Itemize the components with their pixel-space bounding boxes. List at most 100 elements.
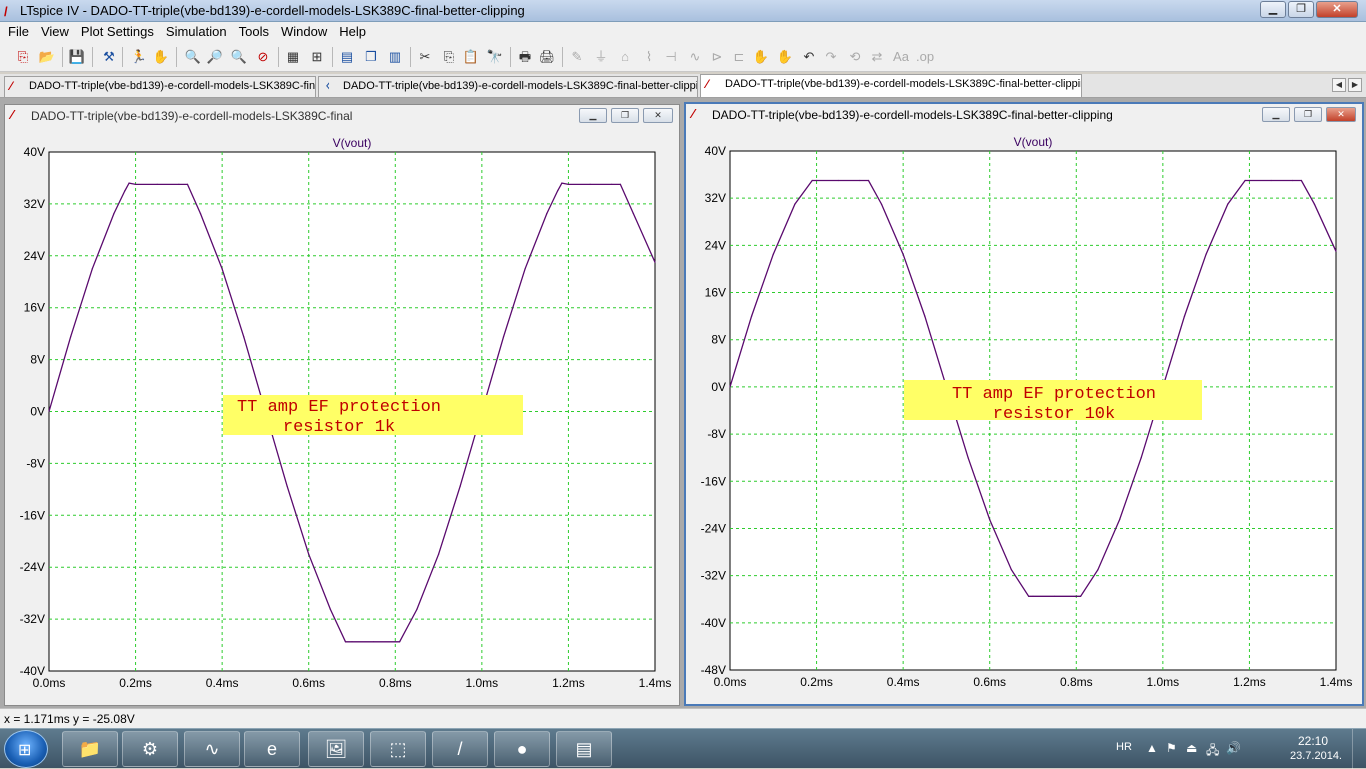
move-icon[interactable]: ✋ [752, 48, 770, 66]
new-schematic-icon[interactable]: ⎘ [14, 48, 32, 66]
print-setup-icon[interactable]: 🖶 [516, 48, 534, 66]
vout-point [1032, 595, 1034, 597]
show-hidden-icons-icon[interactable]: ▲ [1146, 741, 1158, 755]
image-viewer-taskbar-icon[interactable]: 🖼 [308, 731, 364, 767]
minimize-button[interactable]: ▁ [1260, 1, 1286, 18]
start-button[interactable]: ⊞ [4, 730, 48, 768]
diode-icon[interactable]: ⊳ [708, 48, 726, 66]
vout-point [1227, 203, 1229, 205]
vout-point [924, 315, 926, 317]
x-tick-label: 0.6ms [973, 675, 1006, 689]
run-icon[interactable]: 🏃 [130, 48, 148, 66]
grid-icon[interactable]: ⊞ [308, 48, 326, 66]
tab-schematic-better-clipping[interactable]: ᚲ DADO-TT-triple(vbe-bd139)-e-cordell-mo… [318, 76, 698, 97]
document-taskbar-icon[interactable]: ▤ [556, 731, 612, 767]
vout-point [1300, 179, 1302, 182]
cascade-icon[interactable]: ❐ [362, 48, 380, 66]
menu-window[interactable]: Window [275, 22, 333, 42]
tile-horizontal-icon[interactable]: ▤ [338, 48, 356, 66]
redo-icon[interactable]: ↷ [822, 48, 840, 66]
vout-point [186, 183, 189, 185]
vout-point [199, 213, 202, 215]
y-tick-label: -32V [701, 569, 726, 583]
vout-point [344, 641, 347, 643]
find-icon[interactable]: 🔭 [486, 48, 504, 66]
volume-icon[interactable]: 🔊 [1226, 741, 1241, 755]
x-tick-label: 0.4ms [206, 676, 239, 690]
vout-point [502, 336, 505, 338]
component-icon[interactable]: ⊏ [730, 48, 748, 66]
green-app-taskbar-icon[interactable]: ● [494, 731, 550, 767]
y-tick-label: -40V [701, 616, 726, 630]
tab-waveform-final[interactable]: ⁄ DADO-TT-triple(vbe-bd139)-e-cordell-mo… [4, 76, 316, 97]
menu-file[interactable]: File [2, 22, 35, 42]
app-taskbar-icon[interactable]: ⚙ [122, 731, 178, 767]
menu-bar: File View Plot Settings Simulation Tools… [0, 22, 1366, 42]
tab-scroll-left-icon[interactable]: ◀ [1332, 78, 1346, 92]
copy-icon[interactable]: ⎘ [440, 48, 458, 66]
resistor-icon[interactable]: ⌇ [640, 48, 658, 66]
trace-label: V(vout) [333, 136, 372, 150]
x-tick-label: 0.8ms [1060, 675, 1093, 689]
internet-explorer-taskbar-icon[interactable]: e [244, 731, 300, 767]
language-indicator[interactable]: HR [1116, 741, 1132, 753]
explorer-taskbar-icon[interactable]: 📁 [62, 731, 118, 767]
menu-help[interactable]: Help [333, 22, 372, 42]
cut-icon[interactable]: ✂ [416, 48, 434, 66]
ltspice-taskbar-icon[interactable]: / [432, 731, 488, 767]
undo-icon[interactable]: ↶ [800, 48, 818, 66]
inductor-icon[interactable]: ∿ [686, 48, 704, 66]
drag-icon[interactable]: ✋ [776, 48, 794, 66]
wire-icon[interactable]: ✎ [568, 48, 586, 66]
autoscale-icon[interactable]: ▦ [284, 48, 302, 66]
y-tick-label: 0V [30, 405, 45, 419]
capacitor-icon[interactable]: ⊣ [662, 48, 680, 66]
print-icon[interactable]: 🖨 [538, 48, 556, 66]
close-button[interactable]: ✕ [1316, 1, 1358, 18]
toolbar-separator [176, 47, 177, 67]
x-tick-label: 0.4ms [887, 675, 920, 689]
waveform-pane-10k[interactable]: ⁄ DADO-TT-triple(vbe-bd139)-e-cordell-mo… [684, 102, 1364, 706]
tab-scroll-right-icon[interactable]: ▶ [1348, 78, 1362, 92]
open-folder-icon[interactable]: 📂 [38, 48, 56, 66]
menu-view[interactable]: View [35, 22, 75, 42]
network-icon[interactable]: 🖧 [1206, 741, 1219, 762]
action-center-flag-icon[interactable]: ⚑ [1166, 741, 1177, 755]
y-tick-label: -24V [701, 521, 726, 535]
mirror-icon[interactable]: ⇄ [868, 48, 886, 66]
usb-icon[interactable]: ⏏ [1186, 741, 1197, 755]
menu-plot-settings[interactable]: Plot Settings [75, 22, 160, 42]
tile-vertical-icon[interactable]: ▥ [386, 48, 404, 66]
menu-tools[interactable]: Tools [233, 22, 275, 42]
save-icon[interactable]: 💾 [68, 48, 86, 66]
pdf-reader-taskbar-icon[interactable]: ⬚ [370, 731, 426, 767]
vout-point [48, 410, 50, 413]
control-panel-icon[interactable]: ⚒ [100, 48, 118, 66]
vout-point [837, 179, 839, 182]
label-net-icon[interactable]: ⌂ [616, 48, 634, 66]
maximize-button[interactable]: ❐ [1288, 1, 1314, 18]
window-controls: ▁ ❐ ✕ [1260, 1, 1358, 18]
clock-date[interactable]: 23.7.2014. [1290, 750, 1342, 762]
spice-directive-icon[interactable]: .op [916, 48, 934, 66]
vout-point [1183, 315, 1186, 317]
halt-icon[interactable]: ✋ [152, 48, 170, 66]
tab-waveform-better-clipping[interactable]: ⁄ DADO-TT-triple(vbe-bd139)-e-cordell-mo… [700, 74, 1082, 97]
zoom-area-icon[interactable]: 🔎 [206, 48, 224, 66]
ground-icon[interactable]: ⏚ [592, 48, 610, 66]
waveform-pane-1k[interactable]: ⁄ DADO-TT-triple(vbe-bd139)-e-cordell-mo… [4, 104, 680, 706]
clock-time[interactable]: 22:10 [1298, 734, 1328, 748]
zoom-in-icon[interactable]: 🔍 [184, 48, 202, 66]
vout-point [308, 553, 310, 555]
zoom-full-icon[interactable]: ⊘ [254, 48, 272, 66]
toolbar-separator [62, 47, 63, 67]
menu-simulation[interactable]: Simulation [160, 22, 233, 42]
paste-icon[interactable]: 📋 [462, 48, 480, 66]
zoom-out-icon[interactable]: 🔍 [230, 48, 248, 66]
text-icon[interactable]: Aa [892, 48, 910, 66]
waveform-plot[interactable]: 0.0ms 0.2ms 0.4ms 0.6ms 0.8ms 1.0ms 1.2ms 1.4ms… [686, 104, 1362, 704]
oscilloscope-taskbar-icon[interactable]: ∿ [184, 731, 240, 767]
rotate-icon[interactable]: ⟲ [846, 48, 864, 66]
show-desktop-button[interactable] [1352, 729, 1366, 769]
waveform-plot[interactable]: 0.0ms 0.2ms 0.4ms 0.6ms 0.8ms 1.0ms 1.2ms 1.4ms… [5, 105, 681, 707]
